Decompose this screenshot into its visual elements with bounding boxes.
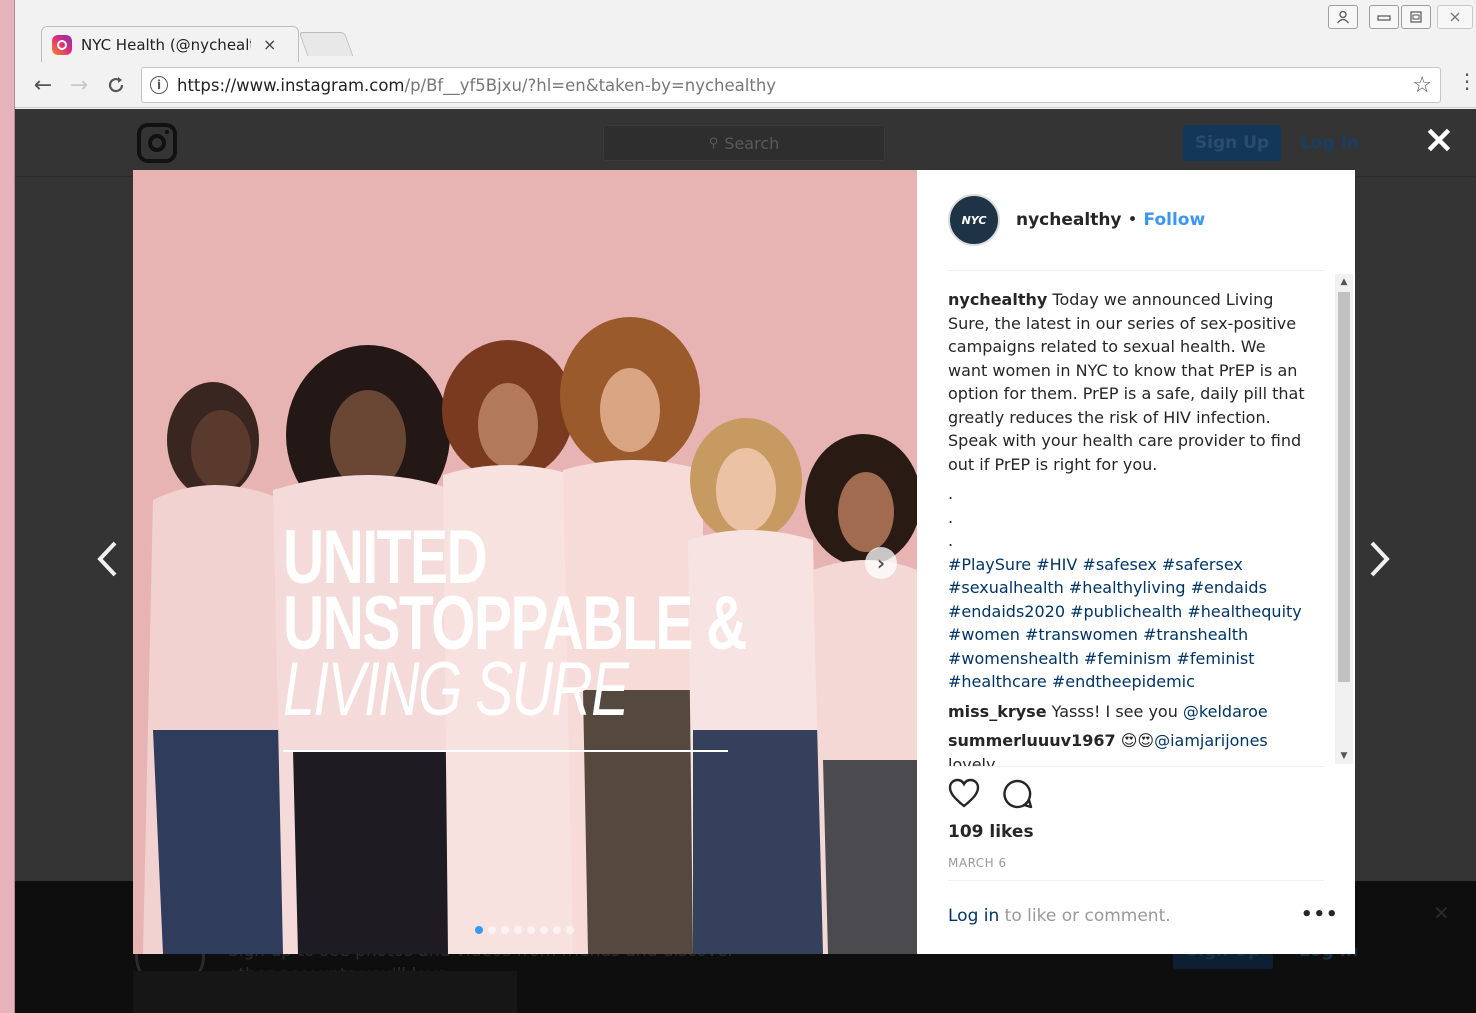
caption-username[interactable]: nychealthy xyxy=(948,290,1047,309)
carousel-next-icon[interactable]: › xyxy=(865,547,897,579)
comment-text: Yasss! I see you xyxy=(1051,701,1183,721)
more-options-icon[interactable]: ••• xyxy=(1301,904,1339,925)
minimize-icon[interactable] xyxy=(1369,5,1399,29)
overlay-line-3: LIVING SURE xyxy=(283,647,629,732)
caption-dot-3: . xyxy=(948,531,954,550)
post-sidebar: NYC nychealthy • Follow nychealthy Today… xyxy=(917,170,1355,954)
instagram-logo-icon[interactable] xyxy=(137,123,177,163)
comment: summerluuuv1967 😍😍@iamjarijones lovely xyxy=(948,729,1308,766)
comment-mention[interactable]: @keldaroe xyxy=(1183,702,1268,721)
carousel-dot[interactable] xyxy=(566,926,574,934)
scroll-down-icon[interactable]: ▼ xyxy=(1335,751,1353,761)
carousel-dot[interactable] xyxy=(475,926,483,934)
footer-divider xyxy=(948,880,1324,881)
forward-icon[interactable]: → xyxy=(65,71,93,99)
instagram-header: ⚲ Search Sign Up Log In × xyxy=(15,109,1476,177)
photo-overlay-text: UNITED UNSTOPPABLE & LIVING SURE xyxy=(283,520,747,732)
post-date: MARCH 6 xyxy=(948,856,1007,870)
close-modal-icon[interactable]: × xyxy=(1423,120,1455,158)
login-prompt: Log in to like or comment. xyxy=(948,906,1171,926)
sign-up-button[interactable]: Sign Up xyxy=(1183,125,1281,161)
bookmark-star-icon[interactable]: ☆ xyxy=(1412,73,1432,98)
scrollbar-thumb[interactable] xyxy=(1338,292,1350,682)
new-tab-button[interactable] xyxy=(298,32,354,56)
caption-dot-1: . xyxy=(948,484,954,503)
comment-mention[interactable]: @iamjarijones xyxy=(1154,731,1268,750)
browser-menu-icon[interactable]: · · · xyxy=(1460,65,1474,99)
post-header: NYC nychealthy • Follow xyxy=(917,170,1355,270)
comment: miss_kryse Yasss! I see you @keldaroe xyxy=(948,700,1308,724)
search-placeholder: Search xyxy=(724,133,780,153)
comments-scrollbar[interactable]: ▲ ▼ xyxy=(1335,274,1353,764)
instagram-page: ⚲ Search Sign Up Log In × Sign up to see… xyxy=(15,109,1476,1013)
like-heart-icon[interactable] xyxy=(948,778,980,814)
tab-title: NYC Health (@nychealth xyxy=(81,35,251,54)
carousel-dot[interactable] xyxy=(514,926,522,934)
post-photo[interactable]: UNITED UNSTOPPABLE & LIVING SURE › xyxy=(133,170,917,954)
address-bar[interactable]: i https://www.instagram.com/p/Bf__yf5Bjx… xyxy=(141,67,1441,103)
previous-post-arrow-icon[interactable] xyxy=(95,539,119,590)
comment-username[interactable]: miss_kryse xyxy=(948,702,1047,721)
site-info-icon[interactable]: i xyxy=(150,76,168,94)
comments-divider xyxy=(948,766,1324,767)
likes-count[interactable]: 109 likes xyxy=(948,822,1034,842)
comment-username[interactable]: summerluuuv1967 xyxy=(948,731,1116,750)
tab-close-icon[interactable]: × xyxy=(263,35,276,54)
instagram-favicon-icon xyxy=(52,34,72,55)
log-in-to-comment-link[interactable]: Log in xyxy=(948,906,999,926)
user-profile-icon[interactable] xyxy=(1328,5,1358,29)
follow-button[interactable]: Follow xyxy=(1144,210,1206,230)
scroll-up-icon[interactable]: ▲ xyxy=(1335,277,1353,287)
separator-dot: • xyxy=(1127,210,1138,230)
caption-text: Today we announced Living Sure, the late… xyxy=(948,290,1305,474)
title-bar: NYC Health (@nychealth × xyxy=(15,0,1476,62)
header-divider xyxy=(948,270,1324,271)
caption-hashtags[interactable]: #PlaySure #HIV #safesex #safersex #sexua… xyxy=(948,553,1308,694)
window-close-icon[interactable] xyxy=(1437,5,1473,29)
post-actions xyxy=(948,778,1034,814)
banner-close-icon[interactable]: ✕ xyxy=(1433,901,1450,925)
reload-icon[interactable] xyxy=(102,71,130,99)
carousel-dot[interactable] xyxy=(540,926,548,934)
back-icon[interactable]: ← xyxy=(29,71,57,99)
carousel-dot[interactable] xyxy=(501,926,509,934)
comment-text-continued: lovely xyxy=(948,754,996,767)
url-path: /p/Bf__yf5Bjxu/?hl=en&taken-by=nychealth… xyxy=(404,75,777,95)
url-host: https://www.instagram.com xyxy=(177,75,405,95)
restore-icon[interactable] xyxy=(1401,5,1431,29)
carousel-dots xyxy=(475,926,574,934)
browser-toolbar: ← → i https://www.instagram.com/p/Bf__yf… xyxy=(15,62,1476,108)
author-username[interactable]: nychealthy xyxy=(1016,210,1122,230)
browser-tab[interactable]: NYC Health (@nychealth × xyxy=(41,26,299,62)
carousel-dot[interactable] xyxy=(527,926,535,934)
comments-list[interactable]: nychealthy Today we announced Living Sur… xyxy=(948,288,1308,766)
carousel-dot[interactable] xyxy=(488,926,496,934)
url-text: https://www.instagram.com/p/Bf__yf5Bjxu/… xyxy=(177,76,776,95)
comment-text: 😍😍 xyxy=(1120,731,1155,750)
banner-strip xyxy=(133,971,517,1013)
login-prompt-text: to like or comment. xyxy=(999,906,1171,926)
carousel-dot[interactable] xyxy=(553,926,561,934)
search-icon: ⚲ xyxy=(708,135,719,151)
comment-bubble-icon[interactable] xyxy=(1002,778,1034,814)
log-in-link[interactable]: Log In xyxy=(1300,133,1359,153)
caption-dot-2: . xyxy=(948,507,954,527)
search-input[interactable]: ⚲ Search xyxy=(603,125,885,161)
next-post-arrow-icon[interactable] xyxy=(1368,539,1392,590)
avatar[interactable]: NYC xyxy=(948,194,1000,246)
browser-window: NYC Health (@nychealth × ← → i https://w… xyxy=(14,0,1476,1013)
post-modal: UNITED UNSTOPPABLE & LIVING SURE › NYC n… xyxy=(133,170,1355,954)
caption: nychealthy Today we announced Living Sur… xyxy=(948,288,1308,476)
